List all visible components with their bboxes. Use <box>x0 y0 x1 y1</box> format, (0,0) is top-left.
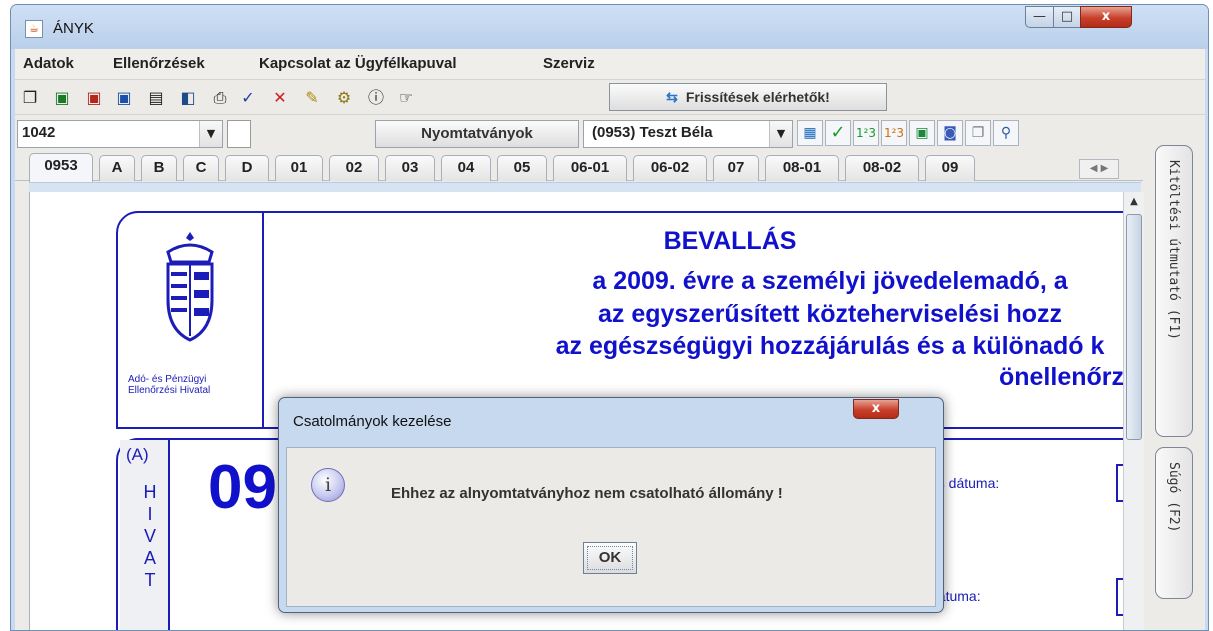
dialog-title: Csatolmányok kezelése <box>293 413 452 430</box>
tab-scroll-buttons[interactable]: ◀ ▶ <box>1079 159 1119 179</box>
tab-04[interactable]: 04 <box>441 155 491 181</box>
menu-bar: Adatok Ellenőrzések Kapcsolat az Ügyfélk… <box>15 49 1205 79</box>
search-icon[interactable]: ⚲ <box>993 120 1019 146</box>
header-divider <box>262 211 264 429</box>
updates-label: Frissítések elérhetők! <box>685 89 830 105</box>
dialog-message: Ehhez az alnyomtatványhoz nem csatolható… <box>391 485 783 502</box>
copy-icon[interactable]: ❐ <box>19 87 41 109</box>
dialog-body: i Ehhez az alnyomtatványhoz nem csatolha… <box>286 447 936 607</box>
add-page-icon[interactable]: ▣ <box>909 120 935 146</box>
document-number-value: 1042 <box>22 124 56 141</box>
section-vertical-label: H I V A T <box>142 481 158 591</box>
floppy-icon[interactable]: ◙ <box>937 120 963 146</box>
section-vertical-letter: I <box>147 504 153 524</box>
guide-side-tab[interactable]: Kitöltési útmutató (F1) <box>1155 145 1193 437</box>
chevron-down-icon[interactable]: ▼ <box>769 121 792 147</box>
check-icon[interactable]: ✓ <box>237 87 259 109</box>
renumber-icon[interactable]: 1²3 <box>881 120 907 146</box>
pointer-icon[interactable]: ☞ <box>395 87 417 109</box>
section-vertical-letter: A <box>143 548 156 568</box>
scroll-up-icon[interactable]: ▲ <box>1126 196 1142 210</box>
print-icon[interactable]: ⎙ <box>209 87 231 109</box>
tab-a[interactable]: A <box>99 155 135 181</box>
tab-d[interactable]: D <box>225 155 269 181</box>
person-combo[interactable]: (0953) Teszt Béla ▼ <box>583 120 793 148</box>
tab-07[interactable]: 07 <box>713 155 759 181</box>
print-preview-icon[interactable]: ▤ <box>145 87 167 109</box>
form-subtitle-line-3: az egészségügyi hozzájárulás és a különa… <box>555 332 1105 360</box>
save-as-icon[interactable]: ▣ <box>113 87 135 109</box>
numbering-icon[interactable]: 1²3 <box>853 120 879 146</box>
save-close-icon[interactable]: ▣ <box>83 87 105 109</box>
title-bar[interactable]: ☕ ÁNYK — □ x <box>11 5 1208 49</box>
section-vertical-letter: H <box>143 482 157 502</box>
window-title: ÁNYK <box>53 20 94 37</box>
form-code: 09 <box>208 453 277 522</box>
menu-ugyfelkapu[interactable]: Kapcsolat az Ügyfélkapuval <box>259 49 457 79</box>
settings-icon[interactable]: ⚙ <box>333 87 355 109</box>
form-title: BEVALLÁS <box>663 227 797 255</box>
section-vertical-letter: V <box>143 526 156 546</box>
page-tabs: 0953 A B C D 01 02 03 04 05 06-01 06-02 … <box>15 151 1143 182</box>
verify-icon[interactable]: ✓ <box>825 120 851 146</box>
minimize-button[interactable]: — <box>1025 6 1054 28</box>
person-combo-value: (0953) Teszt Béla <box>592 124 713 141</box>
document-selector-row: 1042 ▼ Nyomtatványok (0953) Teszt Béla ▼… <box>15 115 1143 151</box>
ok-button[interactable]: OK <box>583 542 637 574</box>
tab-06-02[interactable]: 06-02 <box>633 155 707 181</box>
menu-adatok[interactable]: Adatok <box>23 49 74 79</box>
tab-b[interactable]: B <box>141 155 177 181</box>
tab-0953[interactable]: 0953 <box>29 153 93 182</box>
document-number-combo[interactable]: 1042 ▼ <box>17 120 223 148</box>
tab-06-01[interactable]: 06-01 <box>553 155 627 181</box>
toolbar: ❐ ▣ ▣ ▣ ▤ ◧ ⎙ ✓ ✕ ✎ ⚙ ⓘ ☞ ⇆ Frissítések e… <box>15 79 1205 115</box>
copy-pages-icon[interactable]: ❐ <box>965 120 991 146</box>
new-document-icon[interactable] <box>227 120 251 148</box>
close-button[interactable]: x <box>1080 6 1132 28</box>
form-subtitle-line-1: a 2009. évre a személyi jövedelemadó, a <box>592 267 1068 295</box>
coat-of-arms-logo <box>166 232 214 342</box>
information-icon: i <box>311 468 345 502</box>
form-subtitle-line-4: önellenőrz <box>998 363 1124 391</box>
section-vertical-letter: T <box>144 570 156 590</box>
maximize-button[interactable]: □ <box>1053 6 1081 28</box>
form-view-icon[interactable]: ▦ <box>797 120 823 146</box>
updates-available-button[interactable]: ⇆ Frissítések elérhetők! <box>609 83 887 111</box>
tab-02[interactable]: 02 <box>329 155 379 181</box>
save-icon[interactable]: ▣ <box>51 87 73 109</box>
scroll-thumb[interactable] <box>1126 214 1142 440</box>
chevron-down-icon[interactable]: ▼ <box>199 121 222 147</box>
delete-icon[interactable]: ✕ <box>269 87 291 109</box>
guide-side-label: Kitöltési útmutató (F1) <box>1166 160 1181 341</box>
help-side-label: Súgó (F2) <box>1166 462 1181 533</box>
help-side-tab[interactable]: Súgó (F2) <box>1155 447 1193 599</box>
java-app-icon: ☕ <box>25 20 43 38</box>
info-icon[interactable]: ⓘ <box>365 87 387 109</box>
dialog-close-button[interactable]: x <box>853 399 899 419</box>
edit-icon[interactable]: ✎ <box>301 87 323 109</box>
tab-09[interactable]: 09 <box>925 155 975 181</box>
form-vertical-scrollbar[interactable]: ▲ <box>1123 192 1144 630</box>
tab-05[interactable]: 05 <box>497 155 547 181</box>
forms-button[interactable]: Nyomtatványok <box>375 120 579 148</box>
keys-icon[interactable]: ◧ <box>177 87 199 109</box>
menu-szerviz[interactable]: Szerviz <box>543 49 595 79</box>
menu-ellenorzesek[interactable]: Ellenőrzések <box>113 49 205 79</box>
form-subtitle-line-2: az egyszerűsített közteherviselési hozz <box>597 300 1063 328</box>
attachments-dialog: Csatolmányok kezelése x i Ehhez az alnyo… <box>278 397 944 613</box>
section-label: (A) <box>126 445 149 464</box>
tab-03[interactable]: 03 <box>385 155 435 181</box>
tab-c[interactable]: C <box>183 155 219 181</box>
tab-08-01[interactable]: 08-01 <box>765 155 839 181</box>
refresh-icon: ⇆ <box>666 89 678 105</box>
tab-01[interactable]: 01 <box>275 155 323 181</box>
tab-08-02[interactable]: 08-02 <box>845 155 919 181</box>
